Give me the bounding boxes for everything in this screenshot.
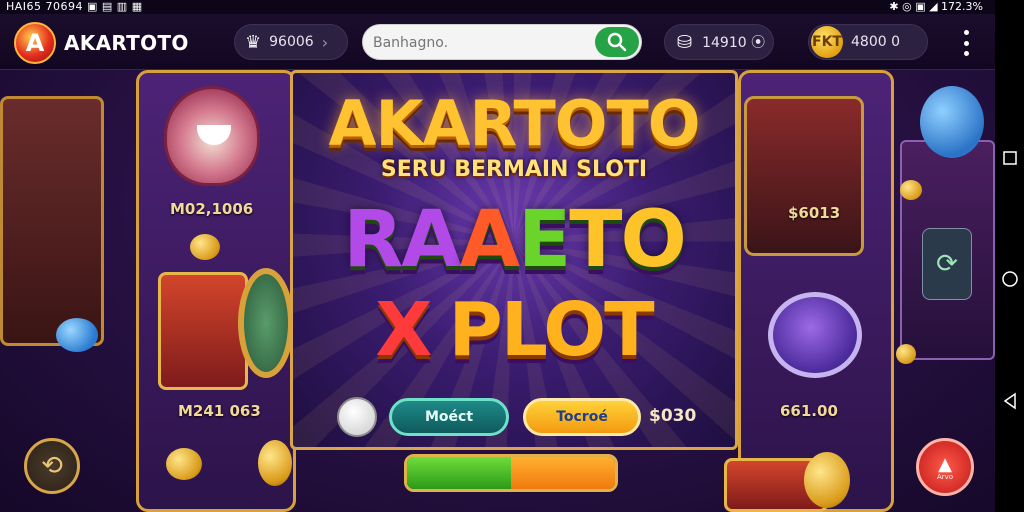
search-icon [607, 32, 627, 52]
modal-amount: $030 [649, 406, 697, 426]
headline-part: TO [569, 195, 687, 285]
home-circle-icon[interactable] [1001, 270, 1019, 288]
app-logo[interactable]: A AKARTOTO [14, 22, 189, 64]
promo-headline-line2: X PLOT [293, 285, 735, 375]
orange-action-button[interactable]: Tocroé [523, 398, 641, 436]
headline-part: E [518, 195, 571, 285]
refresh-icon: ⟲ [41, 451, 63, 481]
headline-part: A [459, 195, 520, 285]
headline-part: RA [343, 195, 461, 285]
coins-balance-pill[interactable]: ⛁ 14910 ⦿ [664, 24, 774, 60]
crown-icon: ♛ [245, 31, 262, 53]
coins-icon: ⛁ [677, 31, 693, 53]
coin-icon [190, 234, 220, 260]
coin-icon [896, 344, 916, 364]
search-input[interactable] [373, 33, 593, 53]
progress-fill-green [407, 457, 511, 489]
coin-icon [166, 448, 202, 480]
fab-label: Arvo [936, 472, 954, 481]
vip-points-pill[interactable]: ♛ 96006 › [234, 24, 348, 60]
system-nav-bar [995, 0, 1024, 512]
right-panel-value-bottom: 661.00 [780, 402, 838, 420]
headline-prefix: X [375, 287, 432, 373]
modal-title: AKARTOTO [328, 87, 701, 160]
logo-badge-icon: A [14, 22, 56, 64]
logo-text: AKARTOTO [64, 31, 189, 55]
more-menu-button[interactable] [954, 30, 978, 56]
promo-modal: AKARTOTO SERU BERMAIN SLOTI RAAETO X PLOT… [290, 70, 738, 450]
portrait-frame [238, 268, 294, 378]
promo-headline-line1: RAAETO [293, 195, 735, 285]
status-bar: HAI65 70694 ▣ ▤ ▥ ▦ ✱ ◎ ▣ ◢ 172.3% [0, 0, 995, 14]
progress-bar[interactable] [404, 454, 618, 492]
treasure-chest-left [158, 272, 248, 390]
dot [963, 30, 969, 35]
slot-reel-machine [744, 96, 864, 256]
gold-balance-pill[interactable]: FKT 4800 0 [808, 24, 928, 60]
headline-word: PLOT [448, 287, 654, 373]
left-panel-value-top: M02,1006 [170, 200, 254, 218]
refresh-icon: ⟳ [936, 249, 958, 279]
search-bar[interactable] [362, 24, 642, 60]
coins-balance-value: 14910 ⦿ [702, 35, 766, 51]
search-button[interactable] [595, 27, 639, 57]
dot [963, 40, 969, 46]
logo-icon: ▲ [938, 453, 952, 475]
blue-chip-icon [920, 86, 984, 158]
toggle-button[interactable] [337, 397, 377, 437]
gold-coin-icon: FKT [811, 26, 843, 58]
screen: M02,1006 M241 063 $6013 661.00 ⟳ AKARTOT… [0, 0, 1024, 512]
right-panel-value-top: $6013 [788, 204, 841, 222]
spin-fab-button[interactable]: ⟲ [24, 438, 80, 494]
coin-icon [258, 440, 292, 486]
coin-icon [804, 452, 850, 508]
promo-fab-button[interactable]: ▲ Arvo [916, 438, 974, 496]
gold-balance-value: 4800 0 [851, 34, 900, 50]
modal-subtitle: SERU BERMAIN SLOTI [380, 157, 648, 182]
mascot-illustration [164, 86, 260, 186]
vip-points-value: 96006 [269, 34, 314, 50]
slot-machine-left-decoration [0, 96, 104, 346]
back-triangle-icon[interactable] [1001, 392, 1019, 410]
status-left-text: HAI65 70694 ▣ ▤ ▥ ▦ [6, 0, 143, 13]
timer-widget[interactable]: ⟳ [922, 228, 972, 300]
blue-chip-icon [56, 318, 98, 352]
status-right-text: ✱ ◎ ▣ ◢ 172.3% [889, 0, 983, 13]
purple-token-icon [768, 292, 862, 378]
progress-fill-orange [511, 457, 615, 489]
top-bar: A AKARTOTO ♛ 96006 › ⛁ 14910 ⦿ FKT 4800 … [0, 14, 995, 70]
chevron-right-icon: › [321, 32, 329, 52]
dot [963, 51, 969, 56]
teal-action-button[interactable]: Moéct [389, 398, 509, 436]
coin-icon [900, 180, 922, 200]
left-panel-value-bottom: M241 063 [178, 402, 261, 420]
recents-square-icon[interactable] [1001, 150, 1019, 168]
